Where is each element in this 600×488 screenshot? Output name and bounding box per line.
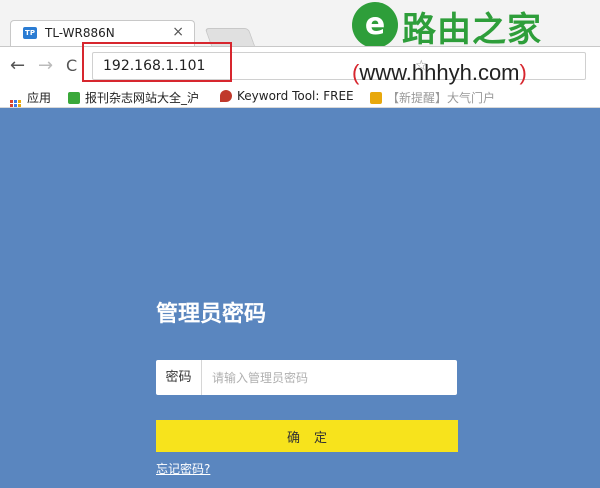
tab-title: TL-WR886N — [45, 26, 115, 40]
close-icon[interactable]: × — [172, 24, 184, 40]
tp-link-favicon-icon: TP — [23, 27, 37, 39]
watermark-url: (www.hhhyh.com) — [352, 60, 527, 85]
bookmark-keyword-tool[interactable]: Keyword Tool: FREE — [220, 89, 354, 103]
bookmark-newspaper-sites[interactable]: 报刊杂志网站大全_沪 — [68, 89, 199, 106]
back-arrow-icon[interactable]: ← — [10, 56, 25, 76]
forgot-password-link[interactable]: 忘记密码? — [156, 460, 210, 477]
confirm-button[interactable]: 确定 — [156, 420, 458, 452]
green-check-icon — [68, 92, 80, 104]
watermark-title: 路由之家 — [402, 10, 542, 50]
password-field[interactable]: 密码 — [156, 360, 457, 395]
flame-icon — [220, 90, 232, 102]
url-highlight-box — [82, 42, 232, 82]
bookmarks-bar: 应用 报刊杂志网站大全_沪 Keyword Tool: FREE 【新提醒】大气… — [0, 86, 600, 111]
password-input[interactable] — [204, 360, 454, 395]
page-title: 管理员密码 — [156, 302, 267, 327]
router-login-page: 管理员密码 密码 确定 忘记密码? — [0, 108, 600, 488]
bookmark-portal[interactable]: 【新提醒】大气门户 — [370, 89, 495, 106]
page-icon — [370, 92, 382, 104]
password-label: 密码 — [156, 360, 202, 395]
reload-icon[interactable]: C — [66, 56, 77, 76]
watermark-logo-icon: e — [352, 2, 398, 48]
forward-arrow-icon[interactable]: → — [38, 56, 53, 76]
